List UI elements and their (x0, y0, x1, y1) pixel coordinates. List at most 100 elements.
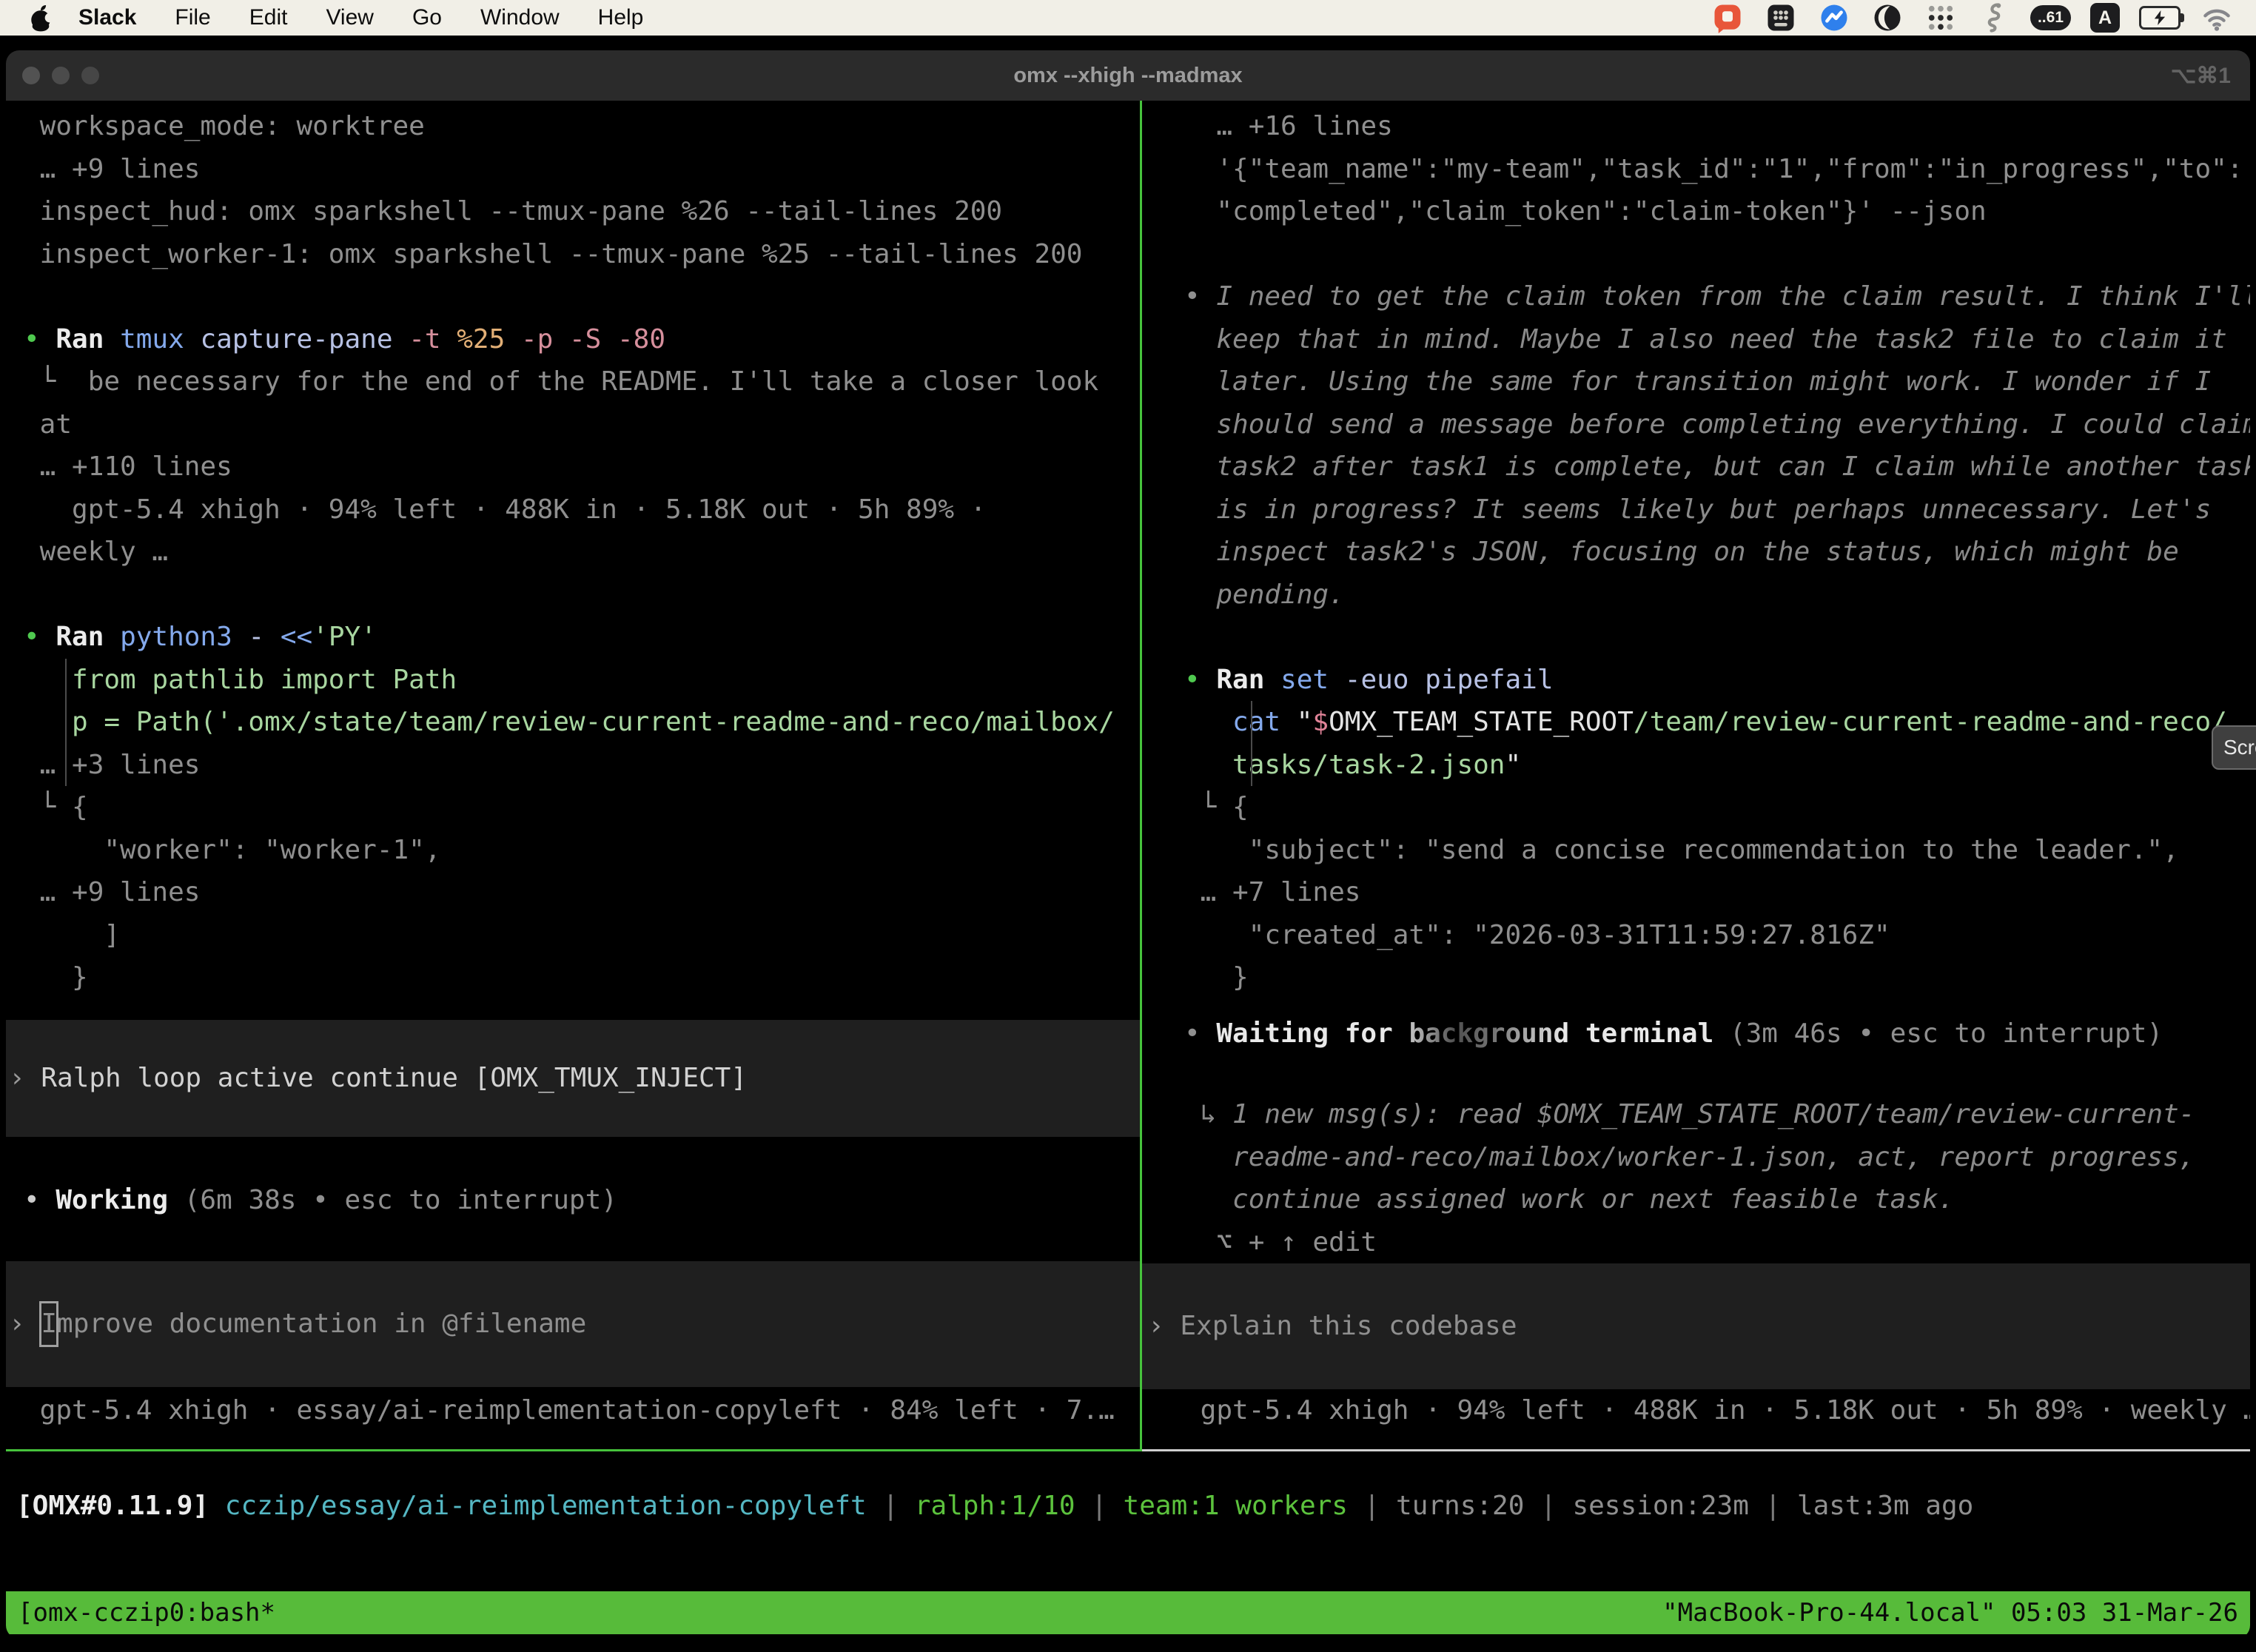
terminal-line: } (24, 956, 1140, 999)
terminal-line: … +3 lines (24, 744, 1140, 787)
segment-dim: gpt-5.4 xhigh · 94% left · 488K in · 5.1… (24, 494, 986, 525)
segment-gbullet: • (24, 324, 56, 355)
wifi-icon[interactable] (2200, 1, 2234, 35)
segment-blue: cat (1184, 707, 1297, 737)
dots-grid-icon[interactable] (1924, 1, 1958, 35)
window-titlebar[interactable]: omx --xhigh --madmax ⌥⌘1 (6, 50, 2250, 101)
segment-dollar: $ (1312, 707, 1329, 737)
segment-dim: workspace_mode: worktree (24, 111, 425, 141)
spacer (1184, 233, 2250, 276)
segment-white: OMX_TEAM_STATE_ROOT (1329, 707, 1634, 737)
terminal-line: inspect task2's JSON, focusing on the st… (1184, 531, 2250, 574)
terminal-line: gpt-5.4 xhigh · 94% left · 488K in · 5.1… (1184, 1389, 2250, 1432)
terminal-line: '{"team_name":"my-team","task_id":"1","f… (1184, 148, 2250, 191)
screen-share-overlay[interactable]: Scre (2212, 725, 2256, 770)
menu-status-icons: ..61 A (1711, 1, 2256, 35)
window-shortcut-label: ⌥⌘1 (2171, 63, 2231, 89)
count-badge-icon[interactable]: ..61 (2030, 5, 2071, 30)
segment-dim: "created_at": "2026-03-31T11:59:27.816Z" (1184, 920, 1890, 950)
segment-sep: | (1765, 1491, 1797, 1521)
segment-dim: last:3m ago (1797, 1491, 1973, 1521)
terminal-line: weekly … (24, 531, 1140, 574)
segment-think: inspect task2's JSON, focusing on the st… (1184, 537, 2179, 567)
segment-sgreen: team:1 workers (1124, 1491, 1364, 1521)
menu-bar: Slack FileEditViewGoWindowHelp (0, 0, 2256, 36)
prompt-band[interactable]: › Explain this codebase (1142, 1263, 2250, 1389)
menu-item-edit[interactable]: Edit (230, 5, 307, 30)
segment-pink: -t (409, 324, 457, 355)
segment-blue: tmux (120, 324, 200, 355)
terminal-line: • Ran python3 - <<'PY' (24, 616, 1140, 659)
segment-sep: | (1091, 1491, 1123, 1521)
menu-app-name[interactable]: Slack (53, 5, 155, 30)
apple-menu-icon[interactable] (28, 3, 53, 33)
segment-think: keep that in mind. Maybe I also need the… (1184, 324, 2227, 355)
segment-dim: turns:20 (1396, 1491, 1540, 1521)
zoom-button[interactable] (81, 67, 99, 84)
segment-dim: (3m 46s • esc to interrupt) (1713, 1018, 2163, 1049)
terminal-line: … +110 lines (24, 446, 1140, 488)
segment-lav: -euo pipefail (1345, 665, 1554, 695)
segment-think: continue assigned work or next feasible … (1184, 1184, 1954, 1215)
menu-item-go[interactable]: Go (393, 5, 461, 30)
tmux-host-clock-label: "MacBook-Pro-44.local" 05:03 31-Mar-26 (1662, 1598, 2238, 1628)
minimize-button[interactable] (52, 67, 70, 84)
terminal-line: inspect_hud: omx sparkshell --tmux-pane … (24, 190, 1140, 233)
segment-cursor: I (41, 1303, 57, 1346)
segment-dim: ] (24, 920, 120, 950)
menu-item-file[interactable]: File (155, 5, 229, 30)
menu-item-help[interactable]: Help (579, 5, 663, 30)
segment-prompt: › (9, 1057, 41, 1100)
segment-dim: └ be necessary for the end of the README… (24, 366, 1098, 397)
terminal-line: readme-and-reco/mailbox/worker-1.json, a… (1184, 1136, 2250, 1179)
segment-think: task2 after task1 is complete, but can I… (1184, 451, 2250, 482)
menu-item-window[interactable]: Window (461, 5, 579, 30)
terminal-line: is in progress? It seems likely but perh… (1184, 488, 2250, 531)
prompt-band[interactable]: › Ralph loop active continue [OMX_TMUX_I… (6, 1020, 1140, 1137)
terminal-line: at (24, 403, 1140, 446)
segment-lav: - (248, 622, 280, 652)
terminal-line: • I need to get the claim token from the… (1184, 275, 2250, 318)
segment-gbullet: • (24, 622, 56, 652)
terminal-line: • Waiting for background terminal (3m 46… (1184, 1013, 2250, 1055)
segment-blue: set (1280, 665, 1345, 695)
segment-dim: └ { (1184, 792, 1249, 822)
messenger-icon[interactable] (1817, 1, 1851, 35)
segment-dim: inspect_hud: omx sparkshell --tmux-pane … (24, 196, 1002, 226)
omx-status-line: [OMX#0.11.9] cczip/essay/ai-reimplementa… (6, 1485, 2250, 1528)
menu-item-view[interactable]: View (306, 5, 392, 30)
segment-green: tasks/task-2.json (1184, 750, 1505, 780)
screen-record-icon[interactable] (1711, 1, 1745, 35)
segment-boldwhite: [OMX#0.11.9] (16, 1491, 225, 1521)
segment-think: should send a message before completing … (1184, 409, 2250, 440)
segment-dbullet: • (1184, 281, 1216, 312)
terminal-line: p = Path('.omx/state/team/review-current… (24, 701, 1140, 744)
segment-pink: -S (569, 324, 617, 355)
tmux-session-label[interactable]: [omx-cczip0:bash* (18, 1598, 275, 1628)
input-source-icon[interactable]: A (2090, 3, 2120, 33)
terminal-line: "worker": "worker-1", (24, 829, 1140, 872)
segment-boldwhite: Ran (56, 622, 120, 652)
terminal-line: task2 after task1 is complete, but can I… (1184, 446, 2250, 488)
left-terminal-pane[interactable]: workspace_mode: worktree … +9 lines insp… (6, 101, 1140, 1449)
left-pane-bottom-border (6, 1449, 1142, 1451)
display-contrast-icon[interactable] (1870, 1, 1904, 35)
segment-green: p = Path('.omx/state/team/review-current… (24, 707, 1115, 737)
segment-wbullet: • (24, 1185, 56, 1215)
spacer (1184, 616, 2250, 659)
dragon-icon[interactable] (1977, 1, 2011, 35)
terminal-line: "created_at": "2026-03-31T11:59:27.816Z" (1184, 914, 2250, 957)
prompt-band[interactable]: › Improve documentation in @filename (6, 1261, 1140, 1387)
segment-prompt: › (1148, 1305, 1180, 1348)
keyboard-icon[interactable] (1764, 1, 1798, 35)
right-terminal-pane[interactable]: … +16 lines '{"team_name":"my-team","tas… (1142, 101, 2250, 1449)
segment-dim: "completed","claim_token":"claim-token"}… (1184, 196, 1987, 226)
segment-think: later. Using the same for transition mig… (1184, 366, 2211, 397)
terminal-line: gpt-5.4 xhigh · essay/ai-reimplementatio… (24, 1389, 1140, 1432)
segment-pink: -80 (617, 324, 665, 355)
close-button[interactable] (22, 67, 40, 84)
battery-icon[interactable] (2139, 6, 2181, 30)
terminal-line: • Ran set -euo pipefail (1184, 659, 2250, 702)
terminal-line: from pathlib import Path (24, 659, 1140, 702)
pane-divider[interactable] (1140, 101, 1142, 1451)
